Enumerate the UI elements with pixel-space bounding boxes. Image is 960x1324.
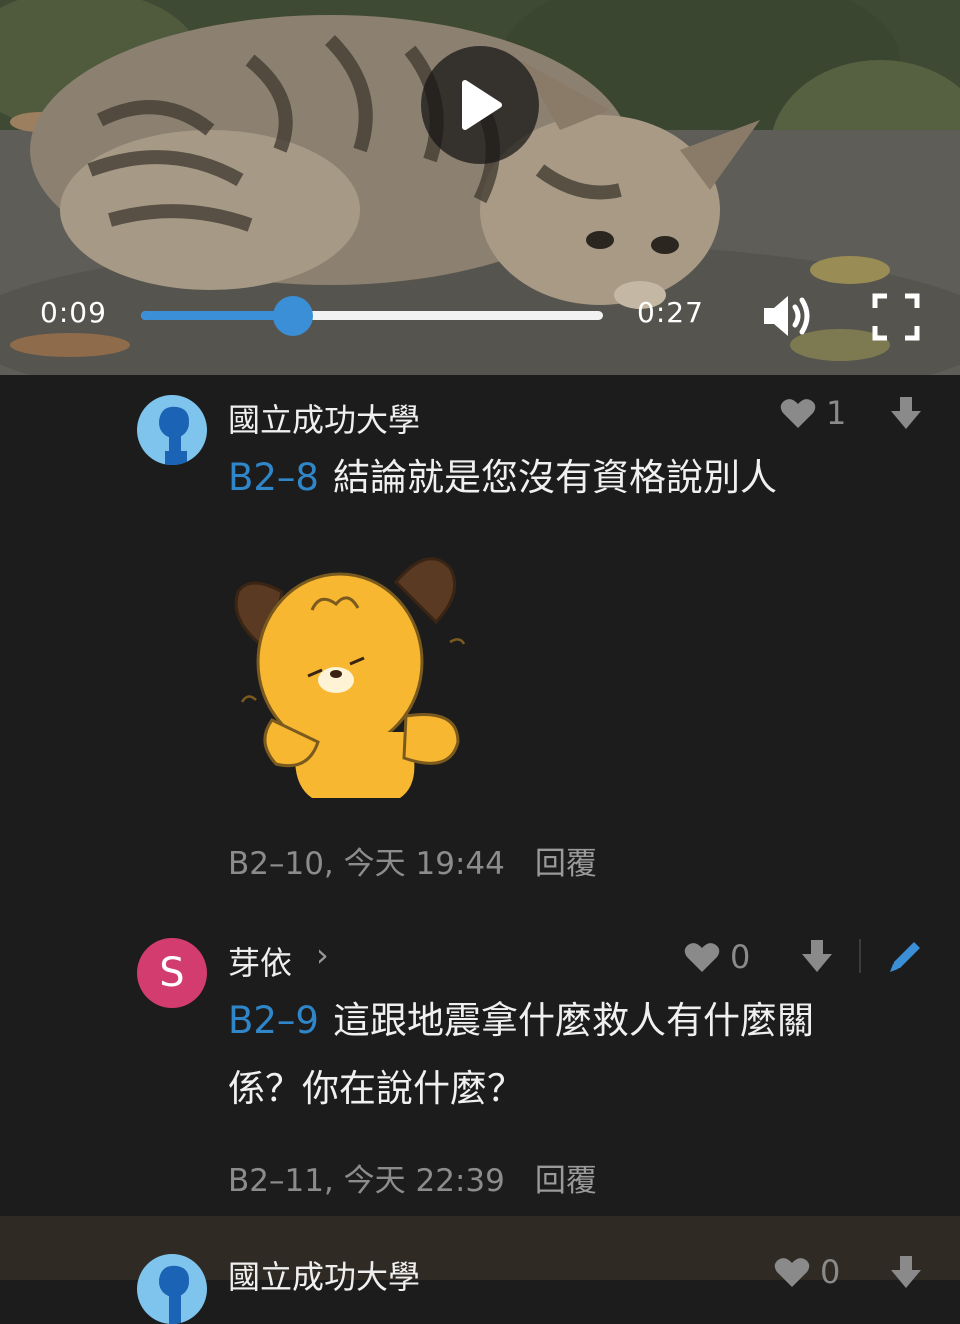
like-count: 0 <box>820 1253 841 1291</box>
downvote-icon[interactable] <box>801 938 833 974</box>
play-button[interactable] <box>421 46 539 164</box>
progress-fill <box>141 311 294 320</box>
dog-sticker <box>234 557 466 798</box>
reply-button[interactable]: 回覆 <box>535 846 597 882</box>
comment-meta: B2–11, 今天 22:39 回覆 <box>228 1155 597 1200</box>
like-button[interactable]: 0 <box>684 938 750 976</box>
downvote-icon[interactable] <box>890 1254 922 1290</box>
comment-text: B2–8 結論就是您沒有資格說別人 <box>228 456 777 499</box>
heart-icon <box>780 399 816 428</box>
comment-meta: B2–10, 今天 19:44 回覆 <box>228 838 597 883</box>
video-player[interactable]: 0:09 0:27 <box>0 0 960 375</box>
duration-time: 0:27 <box>637 296 704 329</box>
like-button[interactable]: 1 <box>780 394 846 432</box>
avatar[interactable] <box>137 395 207 465</box>
reply-button[interactable]: 回覆 <box>535 1163 597 1199</box>
comment-text: B2–9 這跟地震拿什麼救人有什麼關 係？你在說什麼？ <box>228 999 814 1110</box>
current-time: 0:09 <box>40 296 107 329</box>
heart-icon <box>684 943 720 972</box>
user-silhouette-icon <box>159 1265 189 1324</box>
action-divider <box>859 939 861 973</box>
like-count: 1 <box>826 394 847 432</box>
play-icon <box>462 80 502 130</box>
downvote-icon[interactable] <box>890 395 922 431</box>
floor-timestamp: B2–10, 今天 19:44 <box>228 846 505 882</box>
fullscreen-icon[interactable] <box>872 293 920 341</box>
user-silhouette-icon <box>159 406 189 465</box>
heart-icon <box>774 1258 810 1287</box>
avatar[interactable]: S <box>137 938 207 1008</box>
volume-icon[interactable] <box>760 290 816 342</box>
reply-floor-link[interactable]: B2–9 <box>228 999 319 1042</box>
like-button[interactable]: 0 <box>774 1253 840 1291</box>
floor-timestamp: B2–11, 今天 22:39 <box>228 1163 505 1199</box>
pencil-icon[interactable] <box>888 938 924 974</box>
reply-floor-link[interactable]: B2–8 <box>228 456 319 499</box>
chevron-right-icon[interactable]: › <box>316 936 329 974</box>
like-count: 0 <box>730 938 751 976</box>
author-name[interactable]: 國立成功大學 <box>228 395 420 441</box>
avatar[interactable] <box>137 1254 207 1324</box>
progress-bar[interactable] <box>141 296 603 336</box>
author-name[interactable]: 國立成功大學 <box>228 1252 420 1298</box>
author-name[interactable]: 芽依 <box>228 938 292 984</box>
